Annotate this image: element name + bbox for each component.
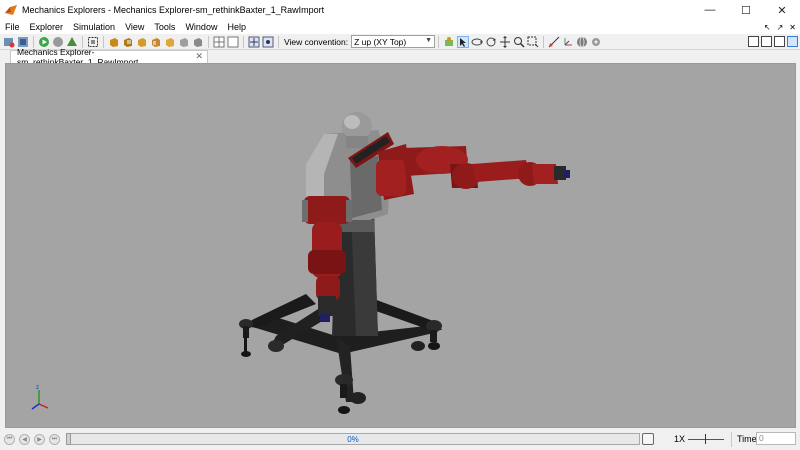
baxter-robot-model: z	[31, 112, 570, 414]
zoom-box-icon[interactable]	[527, 36, 539, 48]
minimize-button[interactable]: —	[692, 0, 728, 20]
zoom-icon[interactable]	[513, 36, 525, 48]
play-icon[interactable]: ▶	[34, 434, 45, 445]
skip-to-end-icon[interactable]: ⏭	[49, 434, 60, 445]
layout-four-view-icon[interactable]	[748, 36, 759, 47]
playback-progress-bar[interactable]: 0%	[66, 433, 640, 445]
playback-bar: ⏮ ◀ ▶ ⏭ 0% 1X Time 0	[0, 429, 800, 450]
close-tab-icon[interactable]: ✕	[195, 51, 203, 62]
3d-viewport[interactable]: z	[5, 63, 796, 428]
toolbar-separator	[103, 35, 104, 48]
run-icon[interactable]	[38, 36, 50, 48]
title-bar: Mechanics Explorers - Mechanics Explorer…	[0, 0, 800, 20]
view-left-icon[interactable]	[136, 36, 148, 48]
tab-mechanics-explorer[interactable]: Mechanics Explorer-sm_rethinkBaxter_1_Ra…	[10, 47, 208, 67]
update-diagram-icon[interactable]	[66, 36, 78, 48]
matlab-logo-icon	[5, 5, 17, 15]
view-convention-label: View convention:	[284, 36, 349, 47]
axis-triad-indicator: z	[31, 385, 49, 410]
skip-to-start-icon[interactable]: ⏮	[4, 434, 15, 445]
menu-explorer[interactable]: Explorer	[25, 22, 69, 32]
menu-right-controls: ↖ ↗ ✕	[764, 20, 796, 34]
globe-icon[interactable]	[576, 36, 588, 48]
window-controls: — ☐ ✕	[692, 0, 800, 20]
view-right-icon[interactable]	[150, 36, 162, 48]
layout-three-view-icon[interactable]	[761, 36, 772, 47]
view-top-icon[interactable]	[164, 36, 176, 48]
frame-icon[interactable]	[227, 36, 239, 48]
menu-simulation[interactable]: Simulation	[68, 22, 120, 32]
maximize-button[interactable]: ☐	[728, 0, 764, 20]
view-convention-select[interactable]: Z up (XY Top) ▼	[351, 35, 436, 48]
pan-icon[interactable]	[499, 35, 511, 48]
toolbar-separator	[243, 35, 244, 48]
menu-bar: File Explorer Simulation View Tools Wind…	[0, 20, 800, 34]
speed-slider-knob[interactable]	[705, 434, 706, 444]
document-tab-strip: Mechanics Explorer-sm_rethinkBaxter_1_Ra…	[0, 47, 800, 67]
view-isometric-icon[interactable]	[192, 36, 204, 48]
menu-help[interactable]: Help	[222, 22, 251, 32]
chevron-down-icon: ▼	[425, 37, 433, 44]
layout-buttons	[748, 36, 798, 47]
toolbar-separator	[438, 35, 440, 48]
playback-speed-label: 1X	[674, 434, 686, 444]
dock-icon[interactable]: ↗	[777, 23, 784, 32]
toolbar-separator	[543, 35, 545, 48]
menu-tools[interactable]: Tools	[149, 22, 180, 32]
roll-icon[interactable]	[485, 36, 497, 48]
progress-text: 0%	[347, 434, 359, 444]
toolbar-separator	[82, 35, 83, 48]
progress-thumb[interactable]	[66, 433, 71, 445]
close-button[interactable]: ✕	[764, 0, 800, 20]
view-front-icon[interactable]	[108, 36, 120, 48]
axis-triad-icon[interactable]	[562, 36, 574, 48]
measure-icon[interactable]	[548, 36, 560, 48]
view-back-icon[interactable]	[122, 36, 134, 48]
rotate-icon[interactable]	[471, 36, 484, 48]
toggle-com-icon[interactable]	[262, 36, 274, 48]
toolbar-separator	[208, 35, 209, 48]
close-document-icon[interactable]: ✕	[789, 23, 796, 32]
svg-text:z: z	[36, 385, 39, 391]
window-title: Mechanics Explorers - Mechanics Explorer…	[22, 5, 325, 15]
robot-arm-extended	[376, 144, 570, 200]
menu-file[interactable]: File	[0, 22, 25, 32]
view-convention-value: Z up (XY Top)	[354, 36, 407, 47]
menu-window[interactable]: Window	[180, 22, 222, 32]
mechanics-explorer-window: Mechanics Explorers - Mechanics Explorer…	[0, 0, 800, 450]
time-label: Time	[737, 434, 757, 444]
record-video-icon[interactable]	[642, 433, 654, 445]
select-pointer-icon[interactable]	[457, 35, 470, 48]
toolbar-separator	[278, 35, 279, 48]
divider	[731, 432, 732, 447]
toolbar-separator	[33, 35, 34, 48]
layout-two-view-icon[interactable]	[774, 36, 785, 47]
fit-view-icon[interactable]	[87, 36, 99, 48]
stop-icon[interactable]	[52, 36, 64, 48]
grid-icon[interactable]	[213, 36, 225, 48]
lighting-icon[interactable]	[443, 36, 455, 48]
playback-speed-slider[interactable]	[688, 434, 724, 444]
explorer-settings-icon[interactable]	[3, 36, 15, 48]
time-input[interactable]: 0	[756, 432, 796, 445]
toggle-frames-icon[interactable]	[248, 36, 260, 48]
layout-single-view-icon[interactable]	[787, 36, 798, 47]
undock-icon[interactable]: ↖	[764, 23, 771, 32]
settings-icon[interactable]	[590, 36, 602, 48]
menu-view[interactable]: View	[120, 22, 149, 32]
step-back-icon[interactable]: ◀	[19, 434, 30, 445]
model-browser-icon[interactable]	[17, 36, 29, 48]
view-bottom-icon[interactable]	[178, 36, 190, 48]
